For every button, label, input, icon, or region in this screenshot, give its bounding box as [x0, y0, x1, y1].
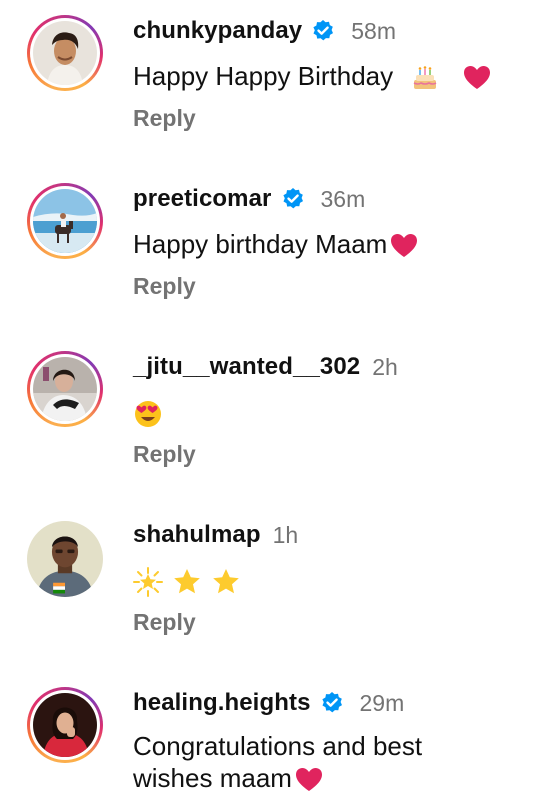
comment-body: Happy Happy Birthday: [133, 61, 394, 91]
username[interactable]: chunkypanday: [133, 17, 302, 45]
comment-text: Congratulations and best wishes maam: [133, 730, 422, 795]
reply-button[interactable]: Reply: [133, 105, 196, 132]
avatar[interactable]: [27, 351, 103, 427]
comment-text: [133, 396, 163, 429]
avatar-photo: [27, 521, 103, 597]
username[interactable]: shahulmap: [133, 521, 261, 549]
comment-item: _jitu__wanted__302 2h Reply: [0, 336, 543, 486]
red-heart-emoji-icon: [463, 66, 490, 90]
star-emoji-icon: [213, 569, 240, 594]
reply-button[interactable]: Reply: [133, 441, 196, 468]
comment-body-line-text: wishes maam: [133, 763, 292, 793]
timestamp: 36m: [320, 185, 366, 212]
comment-header: _jitu__wanted__302 2h: [133, 351, 398, 383]
avatar[interactable]: [27, 521, 103, 597]
timestamp: 2h: [372, 353, 398, 380]
comment-item: healing.heights 29m Congratulations and …: [0, 672, 543, 800]
username[interactable]: healing.heights: [133, 689, 311, 717]
timestamp: 1h: [272, 521, 299, 548]
avatar[interactable]: [27, 15, 103, 91]
comment-header: preeticomar 36m: [133, 183, 365, 215]
avatar-photo: [33, 189, 97, 253]
reply-button[interactable]: Reply: [133, 273, 196, 300]
red-heart-emoji-icon: [391, 234, 418, 258]
avatar-photo: [33, 357, 97, 421]
comment-header: shahulmap 1h: [133, 519, 298, 551]
comment-item: chunkypanday 58m Happy Happy Birthday Re…: [0, 0, 543, 150]
avatar[interactable]: [27, 687, 103, 763]
comment-text: Happy Happy Birthday: [133, 60, 492, 93]
star-emoji-icon: [174, 569, 201, 594]
verified-badge-icon: [282, 188, 303, 209]
comment-text: [133, 564, 241, 598]
verified-badge-icon: [321, 692, 342, 713]
comment-text: Happy birthday Maam: [133, 228, 419, 261]
reply-button[interactable]: Reply: [133, 609, 196, 636]
comments-list: chunkypanday 58m Happy Happy Birthday Re…: [0, 0, 543, 800]
avatar[interactable]: [27, 183, 103, 259]
glowing-star-emoji-icon: [133, 567, 163, 598]
timestamp: 29m: [359, 689, 405, 716]
avatar-photo: [33, 21, 97, 85]
comment-item: shahulmap 1h Reply: [0, 504, 543, 654]
avatar-photo: [33, 693, 97, 757]
username[interactable]: preeticomar: [133, 185, 272, 213]
verified-badge-icon: [313, 20, 334, 41]
comment-body-line: Congratulations and best: [133, 731, 423, 761]
username[interactable]: _jitu__wanted__302: [133, 353, 360, 381]
comment-header: chunkypanday 58m: [133, 15, 396, 47]
cake-emoji-icon: [414, 66, 437, 90]
timestamp: 58m: [351, 17, 396, 44]
comment-body-line: wishes maam: [133, 762, 422, 795]
heart-eyes-emoji-icon: [135, 401, 161, 428]
red-heart-emoji-icon: [295, 768, 322, 792]
comment-header: healing.heights 29m: [133, 687, 404, 719]
comment-body: Happy birthday Maam: [133, 229, 388, 259]
comment-item: preeticomar 36m Happy birthday Maam Repl…: [0, 168, 543, 318]
